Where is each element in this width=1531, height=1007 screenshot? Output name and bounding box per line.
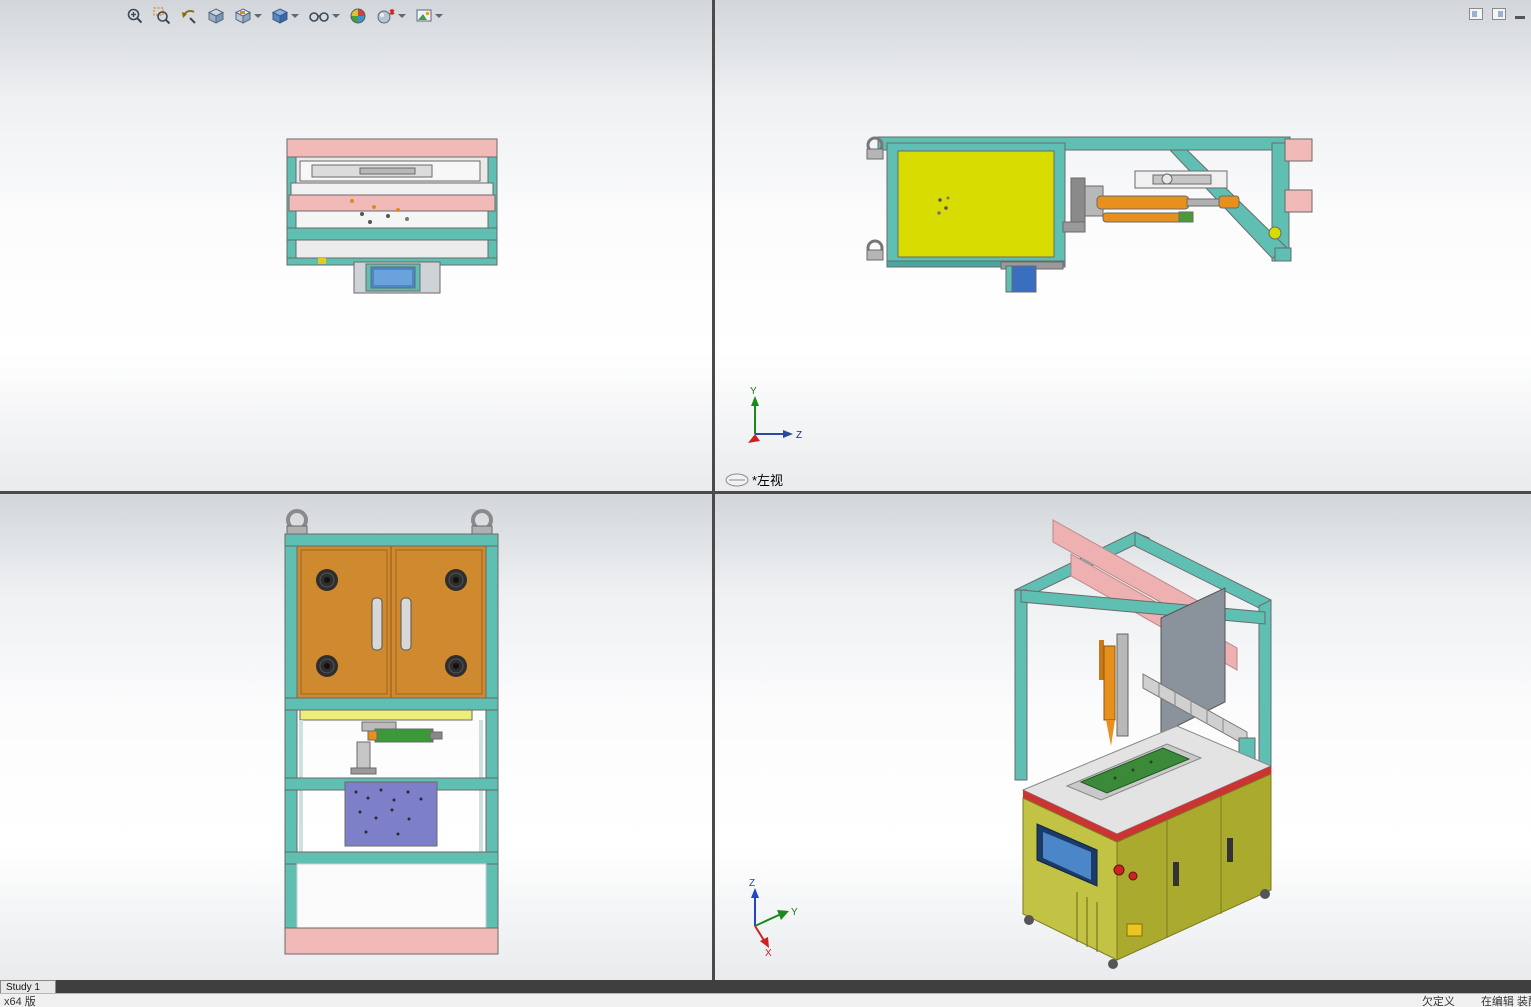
screen-side (1009, 265, 1037, 293)
heads-up-view-toolbar (125, 4, 444, 28)
z-axis-arrow-icon (783, 430, 793, 438)
upper-doors (296, 545, 487, 699)
work-station-parts (350, 721, 443, 775)
display-style-button[interactable] (270, 6, 300, 26)
warning-sticker (1126, 923, 1143, 937)
edit-appearance-button[interactable] (348, 6, 368, 26)
pane-controls (1469, 8, 1525, 20)
apply-scene-button[interactable] (375, 6, 407, 26)
viewport-label: *左视 (725, 473, 783, 488)
cad-application-window: Y Z *左视 Z Y X Study 1 x64 版 欠定义 在编辑 装 (0, 0, 1531, 1007)
view-settings-icon (416, 9, 432, 22)
cabinet-handle-2 (1227, 838, 1233, 862)
isometric-view-canvas: Z Y X (749, 519, 1273, 969)
previous-view-button[interactable] (179, 6, 199, 26)
dropdown-caret-icon (332, 14, 340, 18)
front-view-canvas (284, 509, 499, 955)
x-axis-arrow-icon (760, 937, 769, 948)
x-axis-label: X (765, 948, 772, 959)
linear-rail (1134, 170, 1228, 189)
viewport-top-view[interactable] (0, 0, 712, 491)
frame-column-left (284, 545, 298, 929)
hide-show-items-icon (309, 12, 329, 22)
zoom-to-area-icon (153, 7, 171, 25)
view-orientation-icon (234, 8, 252, 24)
view-orientation-button[interactable] (233, 6, 263, 26)
display-style-icon (271, 8, 289, 24)
definition-state-label: 欠定义 (1421, 995, 1455, 1007)
control-panel-purple (344, 781, 438, 847)
study-tab[interactable]: Study 1 (0, 980, 56, 993)
z-axis-arrow-icon (751, 888, 759, 898)
hide-show-items-button[interactable] (307, 6, 341, 26)
bumper-end-2 (1284, 189, 1313, 213)
bumper-bottom (284, 927, 499, 955)
pane-toggle-icon[interactable] (1469, 8, 1483, 20)
z-axis-label: Z (796, 430, 802, 441)
side-panel-yellow (897, 150, 1055, 258)
x-axis-origin-icon (748, 434, 760, 443)
viewport-left-view[interactable]: Y Z *左视 (715, 0, 1531, 491)
bumper-mid (288, 194, 496, 212)
z-axis-label: Z (749, 878, 755, 889)
viewport-isometric-view[interactable]: Z Y X (715, 494, 1531, 980)
eye-bolts (286, 509, 493, 536)
section-view-button[interactable] (206, 6, 226, 26)
light-strip (299, 709, 473, 721)
section-view-icon (207, 8, 225, 24)
frame-column-right (485, 545, 499, 929)
viewport-front-view[interactable] (0, 494, 712, 980)
zoom-to-fit-button[interactable] (125, 6, 145, 26)
viewport-divider-vertical[interactable] (712, 0, 715, 980)
frame-top-beam (284, 533, 499, 547)
status-bar: Study 1 x64 版 欠定义 在编辑 装配 (0, 980, 1531, 1007)
viewport-divider-horizontal[interactable] (0, 491, 1531, 494)
apply-scene-icon (377, 9, 395, 24)
y-axis-label: Y (750, 386, 757, 397)
dropdown-caret-icon (291, 14, 299, 18)
door-handle-right (400, 597, 412, 651)
caster-wheel (1024, 915, 1034, 925)
view-name-label: *左视 (752, 473, 783, 488)
lower-cabinet (296, 863, 487, 929)
left-view-canvas: Y Z *左视 (725, 136, 1313, 488)
status-info-row: x64 版 欠定义 在编辑 装配 (0, 993, 1531, 1007)
y-axis-arrow-icon (751, 396, 759, 406)
edit-mode-label: 在编辑 装配 (1480, 995, 1531, 1007)
system-version-label: x64 版 (4, 995, 36, 1007)
view-settings-button[interactable] (414, 6, 444, 26)
bumper-end-1 (1284, 138, 1313, 162)
cabinet-handle-1 (1173, 862, 1179, 886)
edit-appearance-icon (350, 8, 366, 24)
minimize-icon[interactable] (1515, 15, 1525, 19)
machine-left-view (866, 136, 1313, 293)
machine-front-view (284, 509, 499, 955)
eye-bolts (866, 136, 884, 261)
bumper-top (286, 138, 498, 158)
z-axis-actuator (1099, 633, 1129, 746)
previous-view-icon (182, 10, 196, 24)
dropdown-caret-icon (435, 14, 443, 18)
dropdown-caret-icon (254, 14, 262, 18)
zoom-to-area-button[interactable] (152, 6, 172, 26)
gantry-column-left (1014, 589, 1028, 781)
door-handle-left (371, 597, 383, 651)
dropdown-caret-icon (398, 14, 406, 18)
top-view-canvas (286, 138, 498, 294)
operator-screen (353, 261, 441, 294)
study-tab-row: Study 1 (0, 980, 1531, 993)
pane-toggle-2-icon[interactable] (1492, 8, 1506, 20)
reference-triad: Y Z (748, 386, 802, 443)
study-tab-label: Study 1 (6, 981, 40, 993)
emergency-button (1113, 864, 1125, 876)
y-axis-label: Y (791, 907, 798, 918)
machine-top-view (286, 138, 498, 294)
zoom-to-fit-icon (127, 8, 143, 24)
machine-isometric-view (1013, 519, 1273, 969)
reference-triad: Z Y X (749, 878, 798, 959)
